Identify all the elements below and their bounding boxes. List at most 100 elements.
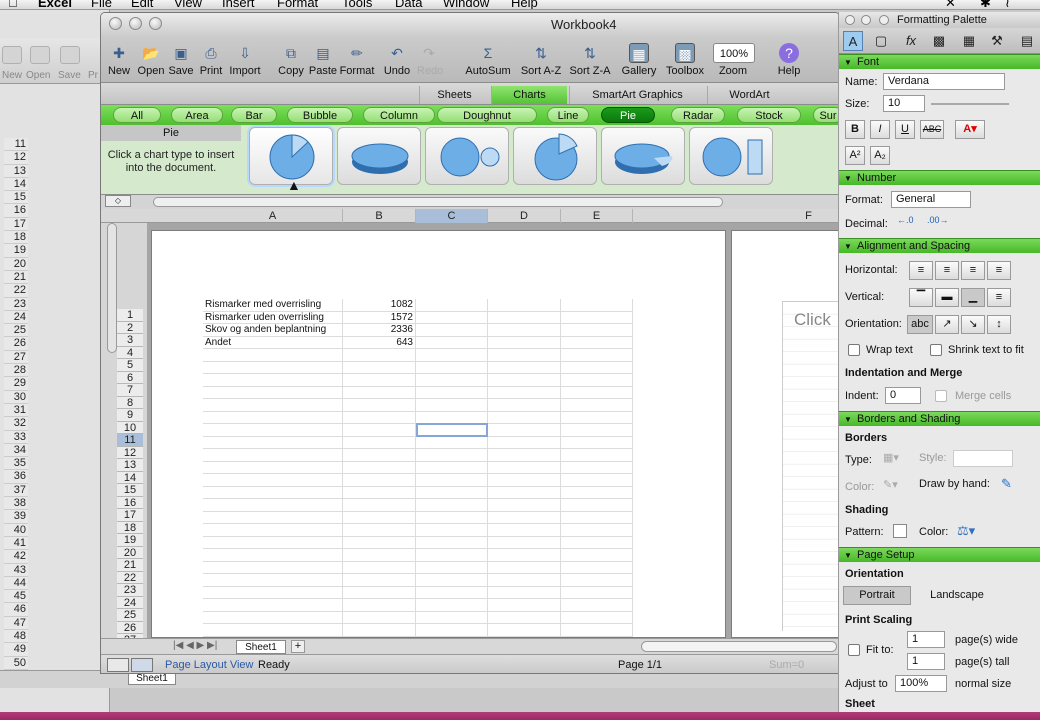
cell[interactable] xyxy=(561,436,633,449)
row-header-15[interactable]: 15 xyxy=(117,484,143,497)
exploded-pie-3d-thumb[interactable] xyxy=(601,127,685,185)
cell[interactable] xyxy=(488,599,561,612)
chart-type-bar[interactable]: Bar xyxy=(231,107,277,123)
pie-of-pie-thumb[interactable] xyxy=(425,127,509,185)
fit-to-checkbox[interactable] xyxy=(848,644,860,656)
compatibility-icon[interactable]: ⚒ xyxy=(987,31,1007,51)
cell[interactable] xyxy=(203,486,343,499)
palette-zoom-button[interactable] xyxy=(879,15,889,25)
cell[interactable] xyxy=(561,599,633,612)
cell[interactable] xyxy=(416,549,488,562)
toolbar-format-button[interactable]: ✏ Format xyxy=(339,37,375,83)
cell[interactable] xyxy=(203,436,343,449)
cell[interactable] xyxy=(416,561,488,574)
cell[interactable] xyxy=(203,536,343,549)
cell[interactable] xyxy=(203,574,343,587)
cell[interactable] xyxy=(561,324,633,337)
cell[interactable]: Skov og anden beplantning xyxy=(203,324,343,337)
font-size-slider[interactable] xyxy=(931,103,1009,105)
cell[interactable] xyxy=(416,324,488,337)
row-header-12[interactable]: 12 xyxy=(117,446,143,459)
formatting-palette-icon[interactable]: A xyxy=(843,31,863,51)
vertical-text-icon[interactable]: ↕ xyxy=(987,315,1011,334)
cell[interactable] xyxy=(488,424,561,437)
toolbar-redo-button[interactable]: ↷ Redo xyxy=(417,37,443,83)
superscript-button[interactable]: A² xyxy=(845,146,865,165)
cell[interactable] xyxy=(488,611,561,624)
cell[interactable] xyxy=(488,361,561,374)
pie-chart-thumb-3d[interactable] xyxy=(337,127,421,185)
toolbar-help-button[interactable]: ? Help xyxy=(777,37,801,83)
cell[interactable] xyxy=(488,324,561,337)
cell[interactable] xyxy=(561,411,633,424)
chart-type-line[interactable]: Line xyxy=(547,107,589,123)
number-format-field[interactable]: General xyxy=(891,191,971,208)
cell[interactable] xyxy=(561,561,633,574)
cell[interactable] xyxy=(203,499,343,512)
shrink-to-fit-checkbox[interactable] xyxy=(930,344,942,356)
cell[interactable] xyxy=(488,486,561,499)
row-header-10[interactable]: 10 xyxy=(117,421,143,434)
column-header-e[interactable]: E xyxy=(561,209,633,223)
tab-smartart[interactable]: SmartArt Graphics xyxy=(569,86,705,104)
pages-tall-field[interactable]: 1 xyxy=(907,653,945,670)
toolbar-print-button[interactable]: ⎙ Print xyxy=(197,37,225,83)
menu-file[interactable]: File xyxy=(91,0,112,9)
row-header-25[interactable]: 25 xyxy=(117,609,143,622)
row-header-7[interactable]: 7 xyxy=(117,384,143,397)
cell[interactable] xyxy=(343,536,416,549)
cell[interactable] xyxy=(203,411,343,424)
selected-cell[interactable] xyxy=(416,423,488,437)
row-header-23[interactable]: 23 xyxy=(117,584,143,597)
align-bottom-icon[interactable]: ▁ xyxy=(961,288,985,307)
column-header-c[interactable]: C xyxy=(416,209,488,223)
align-right-icon[interactable]: ≡ xyxy=(961,261,985,280)
cell[interactable] xyxy=(488,536,561,549)
title-bar[interactable]: Workbook4 xyxy=(101,13,839,37)
cell[interactable] xyxy=(343,449,416,462)
adjust-to-field[interactable]: 100% xyxy=(895,675,947,692)
toolbar-toolbox-button[interactable]: ▩ Toolbox xyxy=(661,37,709,83)
column-header-d[interactable]: D xyxy=(488,209,561,223)
rotate-down-icon[interactable]: ↘ xyxy=(961,315,985,334)
cell[interactable] xyxy=(343,511,416,524)
row-header-9[interactable]: 9 xyxy=(117,409,143,422)
cell[interactable] xyxy=(561,386,633,399)
cell[interactable] xyxy=(561,549,633,562)
minimize-window-button[interactable] xyxy=(129,17,142,30)
menu-format[interactable]: Format xyxy=(277,0,318,9)
cell[interactable] xyxy=(488,411,561,424)
row-header-19[interactable]: 19 xyxy=(117,534,143,547)
cell[interactable] xyxy=(203,599,343,612)
row-header-22[interactable]: 22 xyxy=(117,571,143,584)
chart-type-bubble[interactable]: Bubble xyxy=(287,107,353,123)
cell[interactable] xyxy=(488,549,561,562)
cell[interactable] xyxy=(561,624,633,637)
alignment-section-header[interactable]: Alignment and Spacing xyxy=(839,238,1040,254)
cell[interactable]: Rismarker uden overrisling xyxy=(203,311,343,324)
cell[interactable] xyxy=(561,424,633,437)
cell[interactable] xyxy=(416,311,488,324)
zoom-window-button[interactable] xyxy=(149,17,162,30)
cell[interactable] xyxy=(203,586,343,599)
row-header-17[interactable]: 17 xyxy=(117,509,143,522)
portrait-button[interactable]: Portrait xyxy=(843,586,911,605)
tab-wordart[interactable]: WordArt xyxy=(707,86,791,104)
cell[interactable] xyxy=(203,374,343,387)
align-left-icon[interactable]: ≡ xyxy=(909,261,933,280)
justify-icon[interactable]: ≡ xyxy=(987,261,1011,280)
cell[interactable]: Rismarker med overrisling xyxy=(203,299,343,312)
cell[interactable]: 1082 xyxy=(343,299,416,312)
cell[interactable] xyxy=(203,524,343,537)
row-header-16[interactable]: 16 xyxy=(117,496,143,509)
wrap-text-checkbox[interactable] xyxy=(848,344,860,356)
cell[interactable] xyxy=(561,449,633,462)
vertical-ruler[interactable] xyxy=(107,223,117,353)
cell[interactable] xyxy=(416,461,488,474)
cell[interactable] xyxy=(416,511,488,524)
cell[interactable] xyxy=(343,399,416,412)
cell[interactable]: Andet xyxy=(203,336,343,349)
cell[interactable] xyxy=(343,349,416,362)
cell[interactable] xyxy=(561,486,633,499)
cell[interactable] xyxy=(561,499,633,512)
